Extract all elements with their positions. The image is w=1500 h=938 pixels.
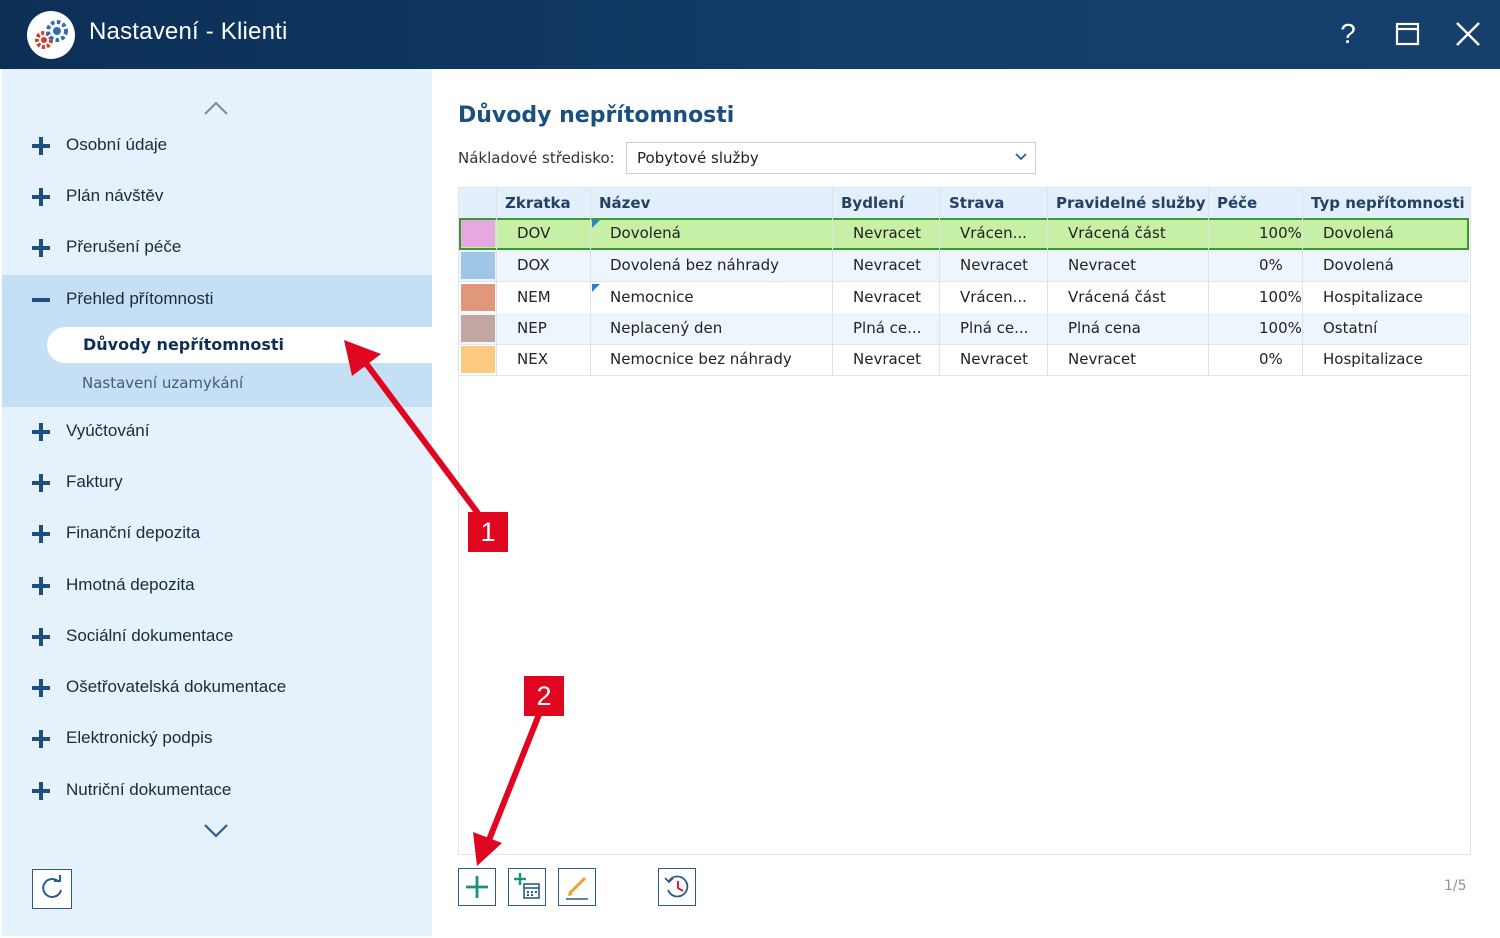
annotation-arrows (344, 340, 543, 866)
settings-window: Nastavení - Klienti ? Osobní údaje Plán … (0, 0, 1500, 938)
arrow-2-shaft (484, 710, 543, 847)
callout-badge-2: 2 (524, 676, 564, 716)
arrow-1-shaft (359, 356, 486, 522)
callout-badge-1: 1 (468, 512, 508, 552)
arrow-1-head (344, 340, 381, 376)
